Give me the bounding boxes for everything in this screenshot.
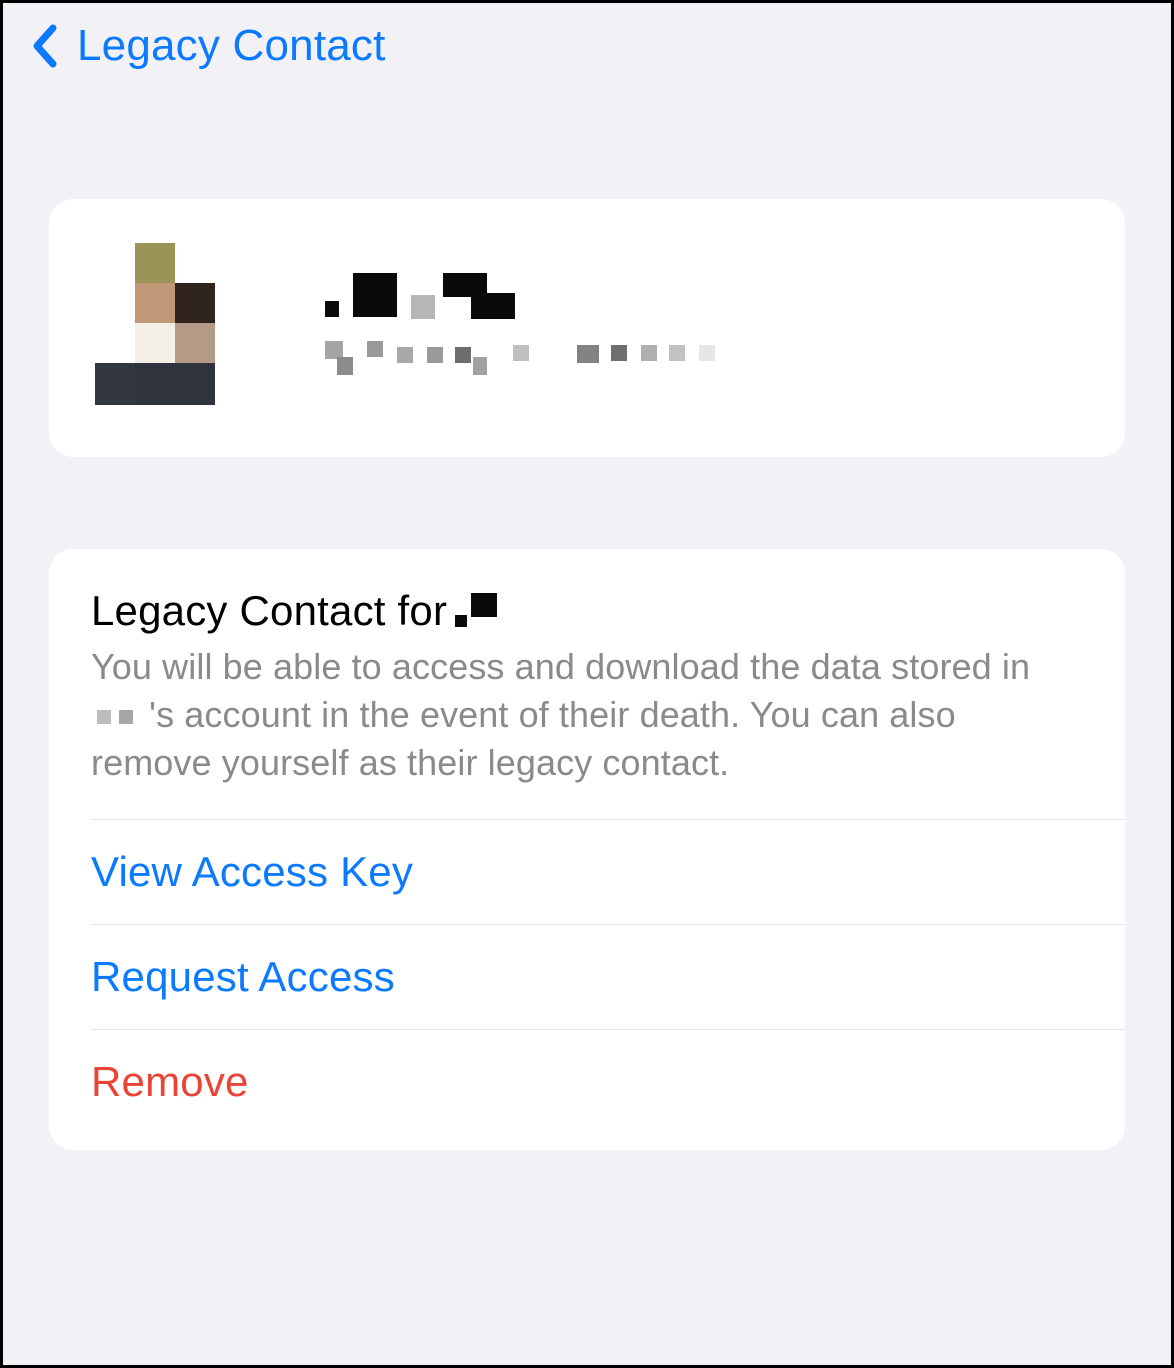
- contact-card: [49, 199, 1125, 457]
- nav-title[interactable]: Legacy Contact: [77, 21, 386, 71]
- contact-name-redacted: [325, 273, 1079, 321]
- request-access-button[interactable]: Request Access: [49, 925, 1125, 1029]
- contact-info: [325, 273, 1079, 375]
- remove-button[interactable]: Remove: [49, 1030, 1125, 1150]
- redacted-name-inline-2: [97, 710, 133, 724]
- nav-bar: Legacy Contact: [3, 3, 1171, 89]
- details-desc-part2: 's account in the event of their death. …: [91, 694, 956, 783]
- back-button[interactable]: [31, 22, 59, 70]
- details-header: Legacy Contact for You will be able to a…: [49, 587, 1125, 819]
- details-title: Legacy Contact for: [91, 587, 1083, 635]
- contact-subtitle-redacted: [325, 341, 1079, 375]
- details-desc-part1: You will be able to access and download …: [91, 646, 1030, 687]
- redacted-name-inline: [455, 601, 497, 625]
- view-access-key-button[interactable]: View Access Key: [49, 820, 1125, 924]
- chevron-left-icon: [31, 22, 59, 70]
- details-description: You will be able to access and download …: [91, 643, 1083, 787]
- avatar: [95, 243, 255, 405]
- details-card: Legacy Contact for You will be able to a…: [49, 549, 1125, 1150]
- details-title-text: Legacy Contact for: [91, 587, 447, 635]
